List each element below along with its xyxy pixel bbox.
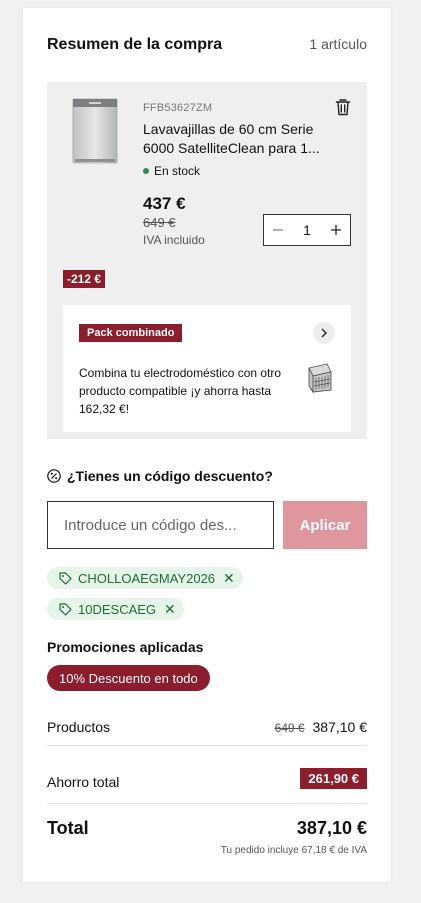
vat-note: Tu pedido incluye 67,18 € de IVA (220, 845, 367, 856)
product-image[interactable] (71, 98, 119, 164)
summary-title: Resumen de la compra (47, 36, 223, 53)
products-label: Productos (47, 719, 111, 735)
cart-item: FFB53627ZM Lavavajillas de 60 cm Serie 6… (47, 82, 367, 439)
product-old-price: 649 € (143, 215, 176, 230)
quantity-value[interactable]: 1 (292, 222, 322, 238)
coupon-title: ¿Tienes un código descuento? (47, 468, 273, 484)
total-value: 387,10 € (296, 818, 367, 838)
discount-badge: -212 € (63, 270, 106, 288)
coupon-chip: 10DESCAEG ✕ (47, 598, 184, 620)
apply-coupon-button[interactable]: Aplicar (283, 501, 367, 549)
applied-promotion-badge: 10% Descuento en todo (47, 665, 210, 691)
coupon-chip: CHOLLOAEGMAY2026 ✕ (47, 567, 243, 589)
savings-badge: 261,90 € (300, 768, 367, 789)
order-summary-card: Resumen de la compra 1 artículo FFB53627… (23, 8, 391, 882)
products-old-amount: 649 € (274, 721, 305, 735)
tag-icon (59, 602, 72, 616)
trash-icon[interactable] (335, 98, 351, 116)
divider (47, 745, 367, 746)
products-value: 387,10 € (312, 719, 368, 735)
chevron-right-icon[interactable] (313, 322, 335, 344)
coupon-code: CHOLLOAEGMAY2026 (78, 570, 216, 586)
dishwasher-basket-image (308, 363, 332, 394)
promotions-title: Promociones aplicadas (47, 639, 204, 655)
stock-status: En stock (143, 164, 200, 178)
tag-icon (59, 571, 72, 585)
product-name[interactable]: Lavavajillas de 60 cm Serie 6000 Satelli… (143, 120, 343, 158)
coupon-input[interactable] (47, 501, 274, 549)
close-icon[interactable]: ✕ (223, 570, 235, 587)
vat-included-label: IVA incluido (143, 233, 205, 247)
coupon-code: 10DESCAEG (78, 601, 157, 617)
coupon-title-text: ¿Tienes un código descuento? (67, 468, 273, 484)
savings-label: Ahorro total (47, 774, 120, 790)
plus-icon[interactable] (322, 215, 350, 245)
close-icon[interactable]: ✕ (164, 601, 176, 618)
discount-percent-icon (47, 469, 61, 483)
pack-tag: Pack combinado (79, 324, 183, 342)
minus-icon[interactable] (264, 215, 292, 245)
quantity-stepper: 1 (263, 214, 351, 246)
stock-label: En stock (154, 164, 201, 178)
combo-pack-banner[interactable]: Pack combinado Combina tu electrodomésti… (63, 305, 351, 432)
total-label: Total (47, 818, 89, 838)
products-amount: 649 € 387,10 € (275, 719, 367, 735)
stock-dot-icon (143, 168, 149, 174)
product-price: 437 € (143, 194, 186, 213)
product-sku: FFB53627ZM (143, 102, 213, 114)
item-count: 1 artículo (309, 36, 367, 52)
pack-description: Combina tu electrodoméstico con otro pro… (79, 366, 282, 416)
divider (47, 803, 367, 804)
